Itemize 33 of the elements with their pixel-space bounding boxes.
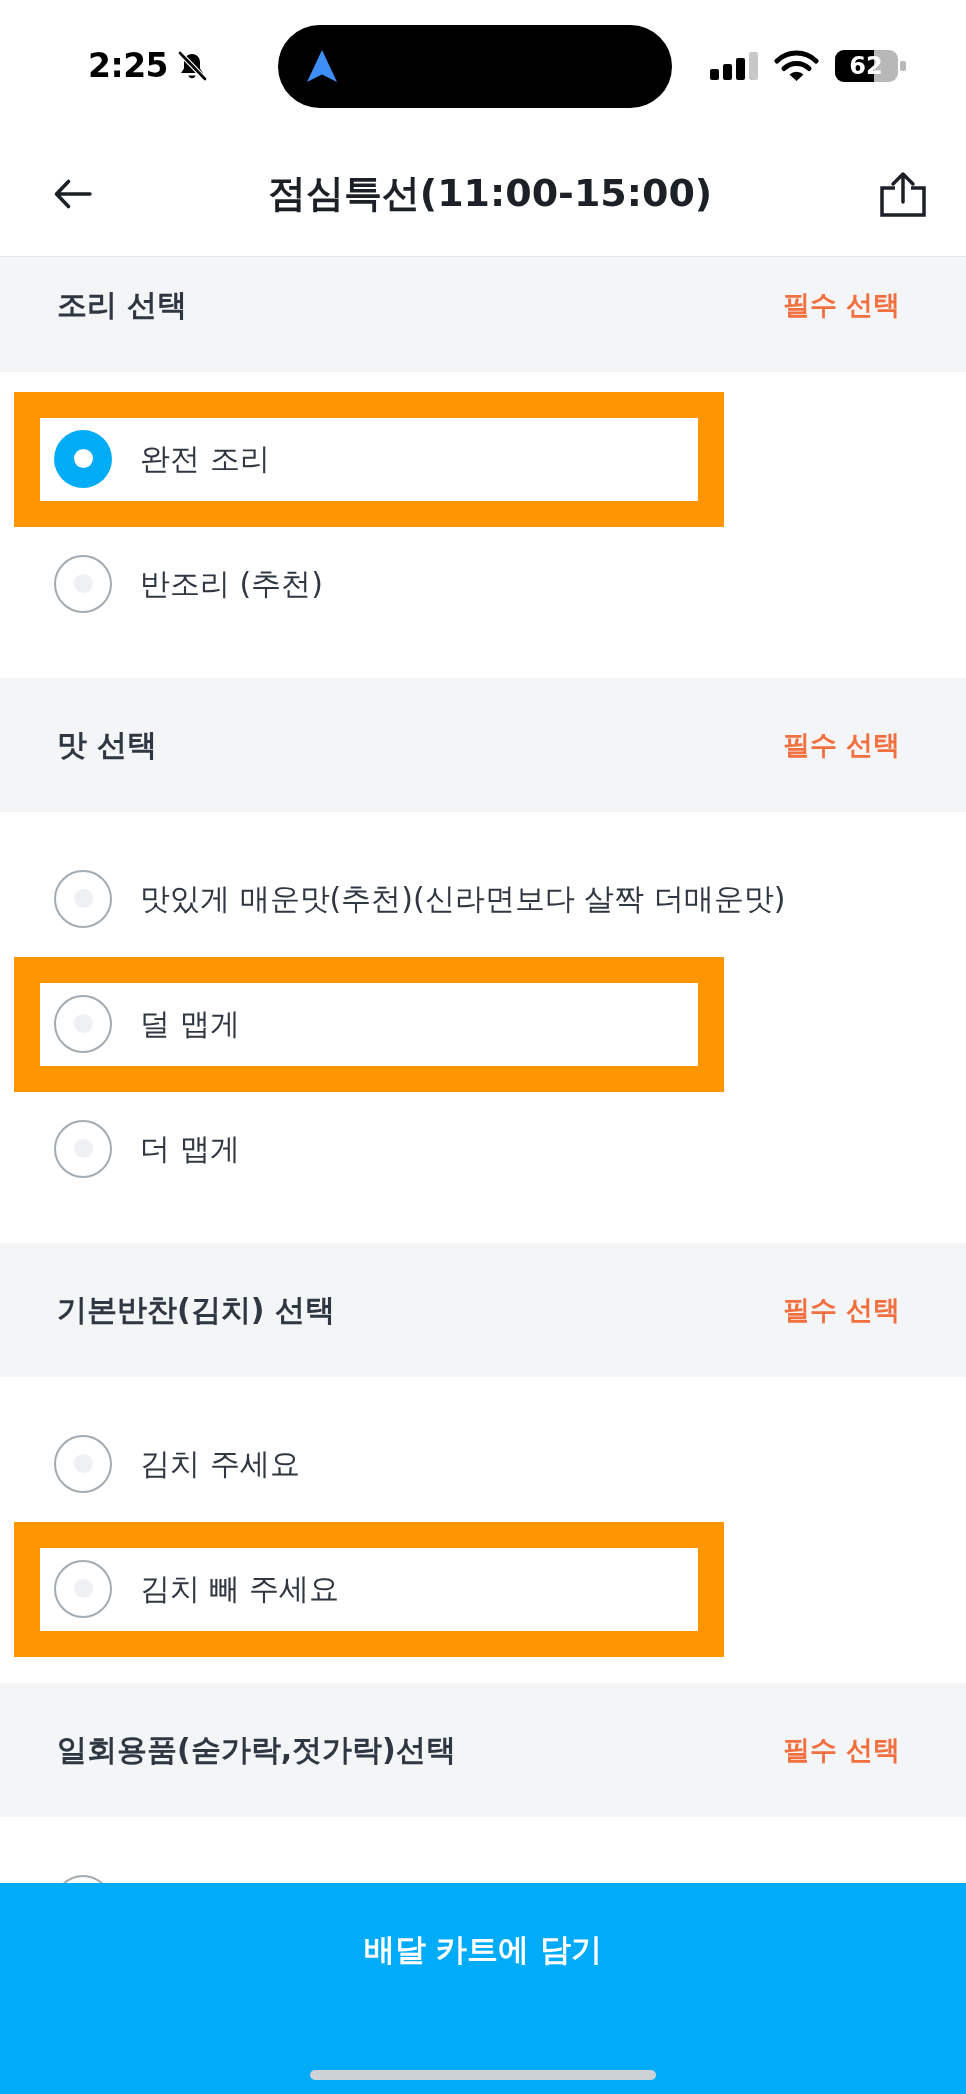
page-title: 점심특선(11:00-15:00) xyxy=(267,171,713,217)
back-arrow-icon xyxy=(54,178,92,210)
option-label: 더 맵게 xyxy=(140,1130,240,1167)
required-label: 필수 선택 xyxy=(782,728,900,762)
share-icon xyxy=(880,171,926,217)
radio-button[interactable] xyxy=(54,429,112,488)
radio-button[interactable] xyxy=(54,869,112,928)
section-title: 조리 선택 xyxy=(57,287,188,323)
required-label: 필수 선택 xyxy=(782,1733,900,1767)
share-button[interactable] xyxy=(880,171,926,217)
section-title: 맛 선택 xyxy=(57,727,158,763)
option-label: 덜 맵게 xyxy=(140,1005,240,1042)
bell-slash-icon xyxy=(176,50,209,82)
required-label: 필수 선택 xyxy=(782,1293,900,1327)
option-label: 김치 주세요 xyxy=(140,1445,300,1482)
back-button[interactable] xyxy=(54,178,92,210)
option-label: 김치 빼 주세요 xyxy=(140,1570,340,1607)
radio-button[interactable] xyxy=(54,1559,112,1618)
option-label: 맛있게 매운맛(추천)(신라면보다 살짝 더매운맛) xyxy=(140,880,786,917)
signal-icon xyxy=(710,52,758,80)
option-label: 완전 조리 xyxy=(140,440,270,477)
navigation-arrow-icon xyxy=(307,50,337,82)
add-to-cart-button[interactable]: 배달 카트에 담기 xyxy=(0,1883,966,2094)
section-title: 일회용품(숟가락,젓가락)선택 xyxy=(57,1732,456,1768)
option-label: 반조리 (추천) xyxy=(140,565,323,602)
radio-button[interactable] xyxy=(54,554,112,613)
radio-button[interactable] xyxy=(54,1434,112,1493)
section-title: 기본반찬(김치) 선택 xyxy=(57,1292,335,1328)
radio-button[interactable] xyxy=(54,994,112,1053)
status-time: 2:25 xyxy=(88,47,169,85)
radio-button[interactable] xyxy=(54,1119,112,1178)
required-label: 필수 선택 xyxy=(782,288,900,322)
wifi-icon xyxy=(774,50,819,82)
